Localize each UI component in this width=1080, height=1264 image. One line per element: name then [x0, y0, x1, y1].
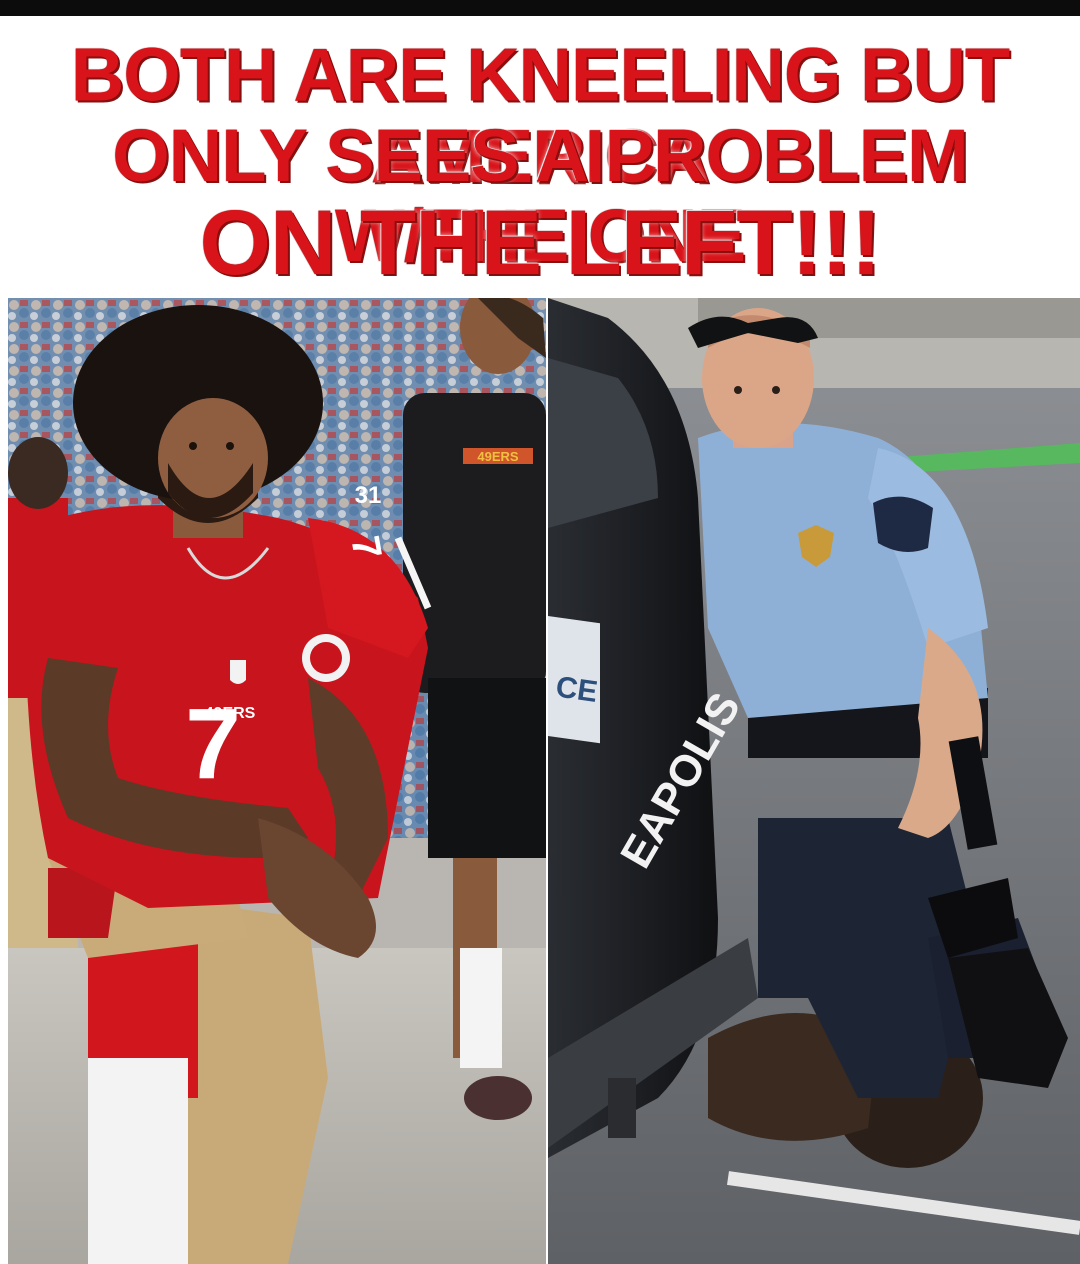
left-photo-illustration: 49ERS 7 49ERS 7 31: [8, 298, 546, 1264]
shirt-logo-text: 49ERS: [477, 449, 519, 464]
white-sock: [88, 1058, 188, 1264]
right-photo: CE EAPOLIS: [548, 298, 1080, 1264]
license-plate-text: CE: [554, 670, 600, 708]
headline-line-3: ON THE LEFT!!!: [199, 192, 882, 294]
jersey-script: 49ERS: [205, 705, 256, 722]
top-border: [0, 0, 1080, 16]
crowd-jersey-number: 31: [355, 482, 382, 509]
left-photo: 49ERS 7 49ERS 7 31: [8, 298, 546, 1264]
shoulder-patch-icon: [873, 496, 933, 552]
league-shield-icon: [230, 660, 246, 684]
right-photo-illustration: CE EAPOLIS: [548, 298, 1080, 1264]
headline: BOTH ARE KNEELING BUT AMERICA ONLY SEES …: [0, 16, 1080, 298]
